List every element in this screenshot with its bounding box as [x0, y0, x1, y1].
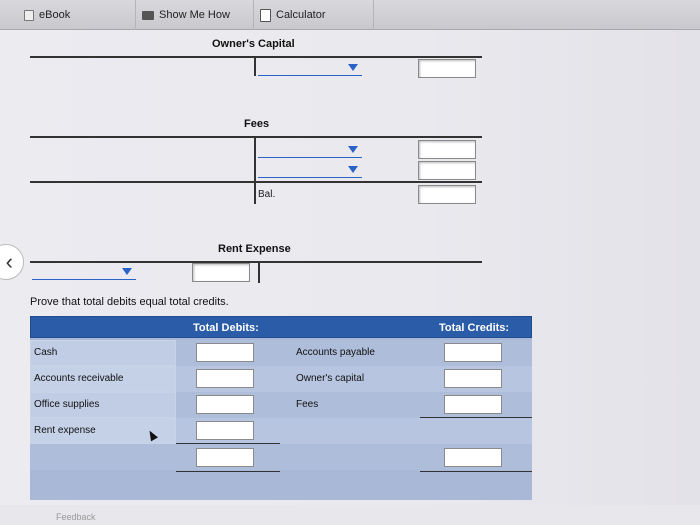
- rent-expense-title: Rent Expense: [218, 243, 291, 255]
- debit-account-accounts-receivable: Accounts receivable: [34, 373, 124, 384]
- book-icon: [24, 9, 34, 21]
- fees-total-line: [30, 181, 482, 183]
- accounts-payable-credit-input[interactable]: [444, 343, 502, 362]
- cash-debit-input[interactable]: [196, 343, 254, 362]
- credit-account-accounts-payable: Accounts payable: [296, 347, 375, 358]
- credits-double-line: [420, 471, 532, 472]
- credit-account-fees: Fees: [296, 399, 319, 410]
- total-credits-input[interactable]: [444, 448, 502, 467]
- owners-capital-vline: [254, 56, 256, 76]
- trial-balance-header: Total Debits: Total Credits:: [30, 316, 532, 338]
- total-credits-header: Total Credits:: [439, 322, 510, 334]
- table-row: Rent expense: [30, 418, 532, 444]
- fees-balance-input[interactable]: [418, 185, 476, 204]
- fees-hline: [30, 136, 482, 138]
- owners-capital-title: Owner's Capital: [212, 38, 295, 50]
- rent-expense-debit-amount-input[interactable]: [192, 263, 250, 282]
- chevron-down-icon: [348, 166, 358, 173]
- rent-expense-debit-input[interactable]: [196, 421, 254, 440]
- chevron-left-icon: ‹: [5, 249, 13, 274]
- chevron-down-icon: [348, 64, 358, 71]
- ebook-label: eBook: [39, 9, 71, 21]
- trial-balance-prompt: Prove that total debits equal total cred…: [30, 296, 229, 308]
- debit-account-cash: Cash: [34, 347, 58, 358]
- trial-balance-table: Total Debits: Total Credits: Cash Accoun…: [30, 316, 532, 500]
- fees-credit-account-select-1[interactable]: [258, 140, 362, 158]
- owners-capital-credit-input[interactable]: [444, 369, 502, 388]
- fees-vline: [254, 136, 256, 204]
- debit-account-office-supplies: Office supplies: [34, 399, 100, 410]
- feedback-link[interactable]: Feedback: [56, 512, 96, 520]
- fees-credit-amount-input-1[interactable]: [418, 140, 476, 159]
- owners-capital-hline: [30, 56, 482, 58]
- toolbar: eBook Show Me How Calculator: [0, 0, 700, 30]
- video-icon: [142, 10, 154, 20]
- debits-double-line: [176, 471, 280, 472]
- fees-credit-input[interactable]: [444, 395, 502, 414]
- chevron-down-icon: [348, 146, 358, 153]
- show-me-how-label: Show Me How: [159, 9, 230, 21]
- footer: [0, 505, 700, 525]
- table-row: Office supplies Fees: [30, 392, 532, 418]
- accounts-receivable-debit-input[interactable]: [196, 369, 254, 388]
- calculator-icon: [260, 8, 271, 22]
- office-supplies-debit-input[interactable]: [196, 395, 254, 414]
- owners-capital-credit-account-select[interactable]: [258, 58, 362, 76]
- calculator-button[interactable]: Calculator: [254, 0, 374, 30]
- table-row: Accounts receivable Owner's capital: [30, 366, 532, 392]
- table-row: [30, 444, 532, 472]
- total-debits-input[interactable]: [196, 448, 254, 467]
- calculator-label: Calculator: [276, 9, 326, 21]
- rent-expense-debit-account-select[interactable]: [32, 262, 136, 280]
- show-me-how-button[interactable]: Show Me How: [136, 0, 254, 30]
- debit-account-rent-expense: Rent expense: [34, 425, 96, 436]
- fees-credit-account-select-2[interactable]: [258, 160, 362, 178]
- owners-capital-credit-amount-input[interactable]: [418, 59, 476, 78]
- total-debits-header: Total Debits:: [193, 322, 259, 334]
- fees-balance-label: Bal.: [258, 189, 276, 200]
- fees-title: Fees: [244, 118, 270, 130]
- credit-account-owners-capital: Owner's capital: [296, 373, 365, 384]
- ebook-button[interactable]: eBook: [18, 0, 136, 30]
- rent-expense-vline: [258, 261, 260, 283]
- fees-credit-amount-input-2[interactable]: [418, 161, 476, 180]
- table-row: Cash Accounts payable: [30, 340, 532, 366]
- chevron-down-icon: [122, 268, 132, 275]
